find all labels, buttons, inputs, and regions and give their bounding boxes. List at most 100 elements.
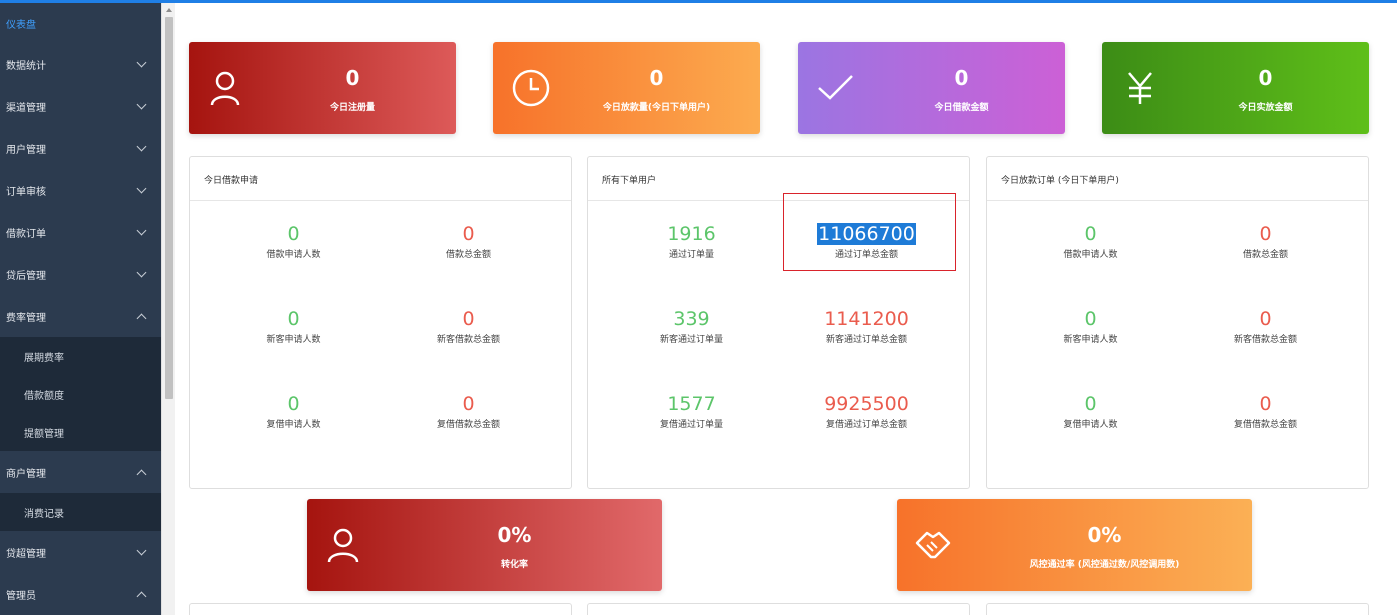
stat-value: 0 — [954, 66, 969, 90]
metric-label: 复借通过订单总金额 — [825, 420, 907, 430]
sidebar-item-loan-orders[interactable]: 借款订单 — [0, 211, 161, 253]
metric-value: 0 — [1084, 223, 1097, 245]
stat-label: 今日借款金额 — [934, 103, 989, 113]
metric-value: 0 — [1259, 308, 1272, 330]
sidebar-item-label: 贷超管理 — [6, 548, 46, 560]
sidebar-submenu-rates: 展期费率 借款额度 提额管理 — [0, 337, 161, 451]
metric-value: 0 — [1259, 393, 1272, 415]
sidebar-item-label: 数据统计 — [6, 60, 46, 72]
metric-value: 1141200 — [824, 308, 909, 330]
sidebar-item-label: 订单审核 — [6, 186, 46, 198]
metric-label: 新客申请人数 — [266, 335, 321, 345]
sidebar-item-label: 贷后管理 — [6, 270, 46, 282]
highlight-box — [783, 193, 956, 271]
metric: 0 借款总金额 — [381, 223, 556, 260]
metric-label: 借款申请人数 — [1063, 250, 1118, 260]
metric: 0 借款总金额 — [1178, 223, 1353, 260]
metric: 1916 通过订单量 — [604, 223, 779, 260]
sidebar: 仪表盘 数据统计 渠道管理 用户管理 订单审核 借款订单 贷后管理 费率管理 展… — [0, 3, 161, 615]
sidebar-item-post-loan[interactable]: 贷后管理 — [0, 253, 161, 295]
sidebar-item-label: 用户管理 — [6, 144, 46, 156]
sidebar-subitem-extension-rate[interactable]: 展期费率 — [0, 337, 161, 375]
stat-label: 今日实放金额 — [1238, 103, 1293, 113]
chevron-down-icon — [136, 225, 147, 235]
metric-label: 借款总金额 — [445, 250, 491, 260]
metric-label: 复借通过订单量 — [659, 420, 723, 430]
metric-label: 借款总金额 — [1242, 250, 1288, 260]
metric: 0 复借申请人数 — [1003, 393, 1178, 430]
metric: 0 新客申请人数 — [1003, 308, 1178, 345]
chevron-down-icon — [136, 141, 147, 151]
sidebar-item-merchants[interactable]: 商户管理 — [0, 451, 161, 493]
chevron-down-icon — [136, 545, 147, 555]
sidebar-item-channels[interactable]: 渠道管理 — [0, 85, 161, 127]
metric-label: 新客借款总金额 — [436, 335, 500, 345]
metric: 0 新客借款总金额 — [1178, 308, 1353, 345]
sidebar-item-dashboard[interactable]: 仪表盘 — [0, 3, 161, 43]
metric: 9925500 复借通过订单总金额 — [779, 393, 954, 430]
scroll-up-arrow-icon[interactable] — [165, 8, 172, 12]
sidebar-item-label: 渠道管理 — [6, 102, 46, 114]
stat-value: 0 — [345, 66, 360, 90]
panel-partial — [189, 603, 572, 615]
stat-card-loans-issued: 0 今日放款量(今日下单用户) — [493, 42, 760, 134]
panel-today-loan-applications: 今日借款申请 0 借款申请人数 0 借款总金额 0 新客申请人数 0 新客借款总金额 0… — [189, 156, 572, 489]
chevron-up-icon — [136, 469, 147, 479]
chevron-down-icon — [136, 183, 147, 193]
metric-value: 0 — [287, 223, 300, 245]
metric-value: 0 — [287, 308, 300, 330]
panel-title: 今日借款申请 — [190, 157, 571, 201]
card-value: 0% — [1087, 523, 1122, 547]
chevron-up-icon — [136, 313, 147, 323]
metric-value: 339 — [673, 308, 710, 330]
metric-value: 1916 — [667, 223, 716, 245]
sidebar-scrollbar[interactable] — [161, 3, 175, 615]
top-accent-bar — [0, 0, 1397, 3]
sidebar-item-admins[interactable]: 管理员 — [0, 573, 161, 615]
panel-partial — [986, 603, 1369, 615]
metric: 1141200 新客通过订单总金额 — [779, 308, 954, 345]
sidebar-item-statistics[interactable]: 数据统计 — [0, 43, 161, 85]
metric: 0 复借申请人数 — [206, 393, 381, 430]
sidebar-item-loan-supermarket[interactable]: 贷超管理 — [0, 531, 161, 573]
metric-value: 0 — [462, 223, 475, 245]
card-risk-pass-rate: 0% 风控通过率 (风控通过数/风控调用数) — [897, 499, 1252, 591]
sidebar-item-label: 管理员 — [6, 590, 36, 602]
metric: 1577 复借通过订单量 — [604, 393, 779, 430]
panel-today-disbursed-orders: 今日放款订单 (今日下单用户) 0 借款申请人数 0 借款总金额 0 新客申请人数 0… — [986, 156, 1369, 489]
metric: 0 复借借款总金额 — [381, 393, 556, 430]
panel-partial — [587, 603, 970, 615]
sidebar-item-label: 费率管理 — [6, 312, 46, 324]
scrollbar-thumb[interactable] — [165, 17, 173, 399]
metric: 0 新客申请人数 — [206, 308, 381, 345]
stat-label: 今日放款量(今日下单用户) — [602, 103, 711, 113]
sidebar-item-users[interactable]: 用户管理 — [0, 127, 161, 169]
sidebar-subitem-consumption-records[interactable]: 消费记录 — [0, 493, 161, 531]
chevron-down-icon — [136, 99, 147, 109]
stat-value: 0 — [1258, 66, 1273, 90]
sidebar-item-rates[interactable]: 费率管理 — [0, 295, 161, 337]
metric-label: 复借借款总金额 — [1233, 420, 1297, 430]
sidebar-subitem-loan-limit[interactable]: 借款额度 — [0, 375, 161, 413]
metric-label: 新客通过订单量 — [659, 335, 723, 345]
card-label: 转化率 — [500, 560, 528, 570]
metric-value: 0 — [287, 393, 300, 415]
card-label: 风控通过率 (风控通过数/风控调用数) — [1029, 560, 1180, 570]
sidebar-item-label: 仪表盘 — [6, 19, 36, 31]
sidebar-item-order-review[interactable]: 订单审核 — [0, 169, 161, 211]
metric-value: 0 — [1084, 393, 1097, 415]
panel-title: 今日放款订单 (今日下单用户) — [987, 157, 1368, 201]
metric-value: 1577 — [667, 393, 716, 415]
metric-label: 复借申请人数 — [266, 420, 321, 430]
metric-label: 借款申请人数 — [266, 250, 321, 260]
stat-card-loan-amount: 0 今日借款金额 — [798, 42, 1065, 134]
metric-label: 通过订单量 — [668, 250, 714, 260]
sidebar-subitem-limit-increase[interactable]: 提额管理 — [0, 413, 161, 451]
metric: 0 借款申请人数 — [206, 223, 381, 260]
chevron-down-icon — [136, 57, 147, 67]
stat-label: 今日注册量 — [329, 103, 375, 113]
chevron-down-icon — [136, 267, 147, 277]
metric-value: 0 — [1084, 308, 1097, 330]
card-conversion-rate: 0% 转化率 — [307, 499, 662, 591]
metric-value: 9925500 — [824, 393, 909, 415]
